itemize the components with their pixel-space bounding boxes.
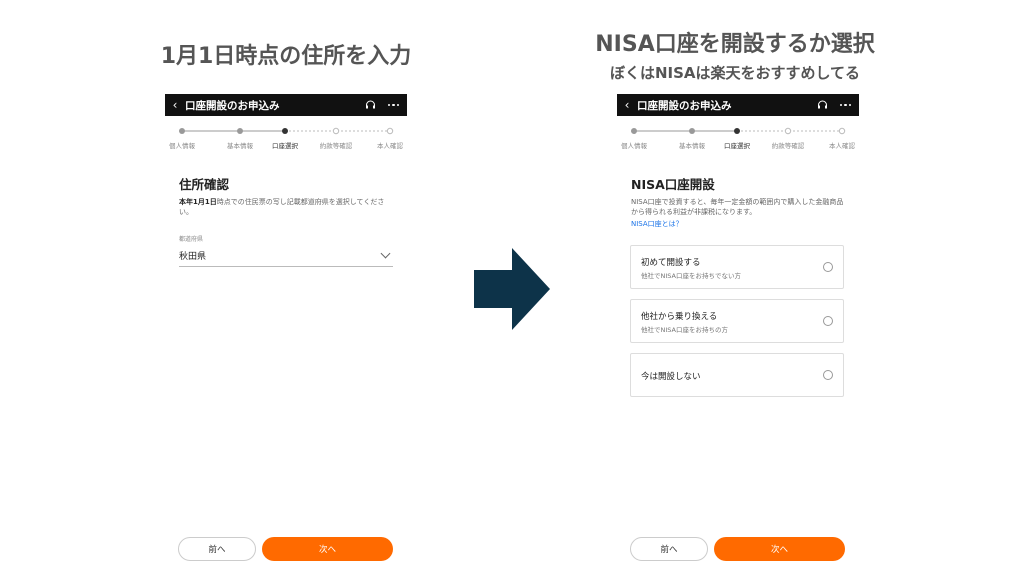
left-heading: 1月1日時点の住所を入力 [160, 44, 412, 69]
section-description: NISA口座で投資すると、毎年一定金額の範囲内で購入した金融商品から得られる利益… [631, 198, 844, 216]
step-label: 口座選択 [272, 142, 298, 150]
nisa-info-link[interactable]: NISA口座とは？ [631, 219, 845, 229]
step-dot-pending [332, 127, 340, 135]
option-title: 初めて開設する [641, 258, 701, 268]
step-dot-current [282, 128, 288, 134]
step-label: 個人情報 [169, 142, 195, 150]
desc-bold: 本年1月1日 [179, 198, 217, 206]
option-transfer[interactable]: 他社から乗り換える 他社でNISA口座をお持ちの方 [630, 299, 844, 343]
next-button[interactable]: 次へ [262, 537, 393, 561]
chevron-down-icon [380, 248, 391, 258]
address-screen: ‹ 口座開設のお申込み 個人情報 基本情報 口座選択 約款等確認 本人確認 住所… [165, 94, 407, 576]
step-label: 口座選択 [724, 142, 750, 150]
step-label: 本人確認 [377, 142, 403, 150]
prefecture-value: 秋田県 [179, 251, 207, 262]
step-label: 約款等確認 [771, 142, 805, 150]
nisa-section: NISA口座開設 NISA口座で投資すると、毎年一定金額の範囲内で購入した金融商… [631, 174, 845, 229]
step-label: 基本情報 [679, 142, 705, 150]
option-title: 他社から乗り換える [641, 312, 718, 322]
prefecture-label: 都道府県 [179, 236, 204, 243]
stepper-track [631, 127, 846, 135]
step-label: 本人確認 [829, 142, 855, 150]
next-button[interactable]: 次へ [714, 537, 845, 561]
prev-button[interactable]: 前へ [630, 537, 708, 561]
more-icon[interactable] [839, 103, 851, 107]
back-icon[interactable]: ‹ [165, 98, 185, 112]
step-label: 約款等確認 [319, 142, 353, 150]
nisa-screen: ‹ 口座開設のお申込み 個人情報 基本情報 口座選択 約款等確認 本人確認 NI… [617, 94, 859, 576]
step-dot-done [631, 128, 637, 134]
address-section: 住所確認 本年1月1日時点での住民票の写し記載都道府県を選択してください。 [179, 174, 393, 217]
radio-button[interactable] [823, 262, 833, 272]
step-label: 個人情報 [621, 142, 647, 150]
step-label: 基本情報 [227, 142, 253, 150]
app-bar: ‹ 口座開設のお申込み [617, 94, 859, 116]
headset-icon[interactable] [817, 100, 828, 110]
radio-button[interactable] [823, 316, 833, 326]
step-dot-done [689, 128, 695, 134]
option-title: 今は開設しない [641, 372, 701, 382]
section-title: NISA口座開設 [631, 177, 715, 192]
step-dot-done [237, 128, 243, 134]
step-dot-current [734, 128, 740, 134]
step-dot-done [179, 128, 185, 134]
section-title: 住所確認 [179, 177, 230, 192]
right-heading: NISA口座を開設するか選択 [595, 32, 875, 57]
app-bar-title: 口座開設のお申込み [185, 99, 280, 112]
prev-button[interactable]: 前へ [178, 537, 256, 561]
app-bar: ‹ 口座開設のお申込み [165, 94, 407, 116]
prefecture-select[interactable]: 秋田県 [179, 244, 393, 267]
option-open-new[interactable]: 初めて開設する 他社でNISA口座をお持ちでない方 [630, 245, 844, 289]
headset-icon[interactable] [365, 100, 376, 110]
step-dot-pending [784, 127, 792, 135]
radio-button[interactable] [823, 370, 833, 380]
app-bar-title: 口座開設のお申込み [637, 99, 732, 112]
stepper-track [179, 127, 394, 135]
step-dot-pending [838, 127, 846, 135]
more-icon[interactable] [387, 103, 399, 107]
section-description: 本年1月1日時点での住民票の写し記載都道府県を選択してください。 [179, 197, 393, 217]
back-icon[interactable]: ‹ [617, 98, 637, 112]
right-arrow-icon [474, 248, 550, 330]
progress-stepper: 個人情報 基本情報 口座選択 約款等確認 本人確認 [617, 124, 859, 154]
option-subtitle: 他社でNISA口座をお持ちでない方 [641, 272, 741, 280]
right-subheading: ぼくはNISAは楽天をおすすめしてる [609, 64, 861, 82]
option-not-now[interactable]: 今は開設しない [630, 353, 844, 397]
progress-stepper: 個人情報 基本情報 口座選択 約款等確認 本人確認 [165, 124, 407, 154]
option-subtitle: 他社でNISA口座をお持ちの方 [641, 326, 728, 334]
step-dot-pending [386, 127, 394, 135]
